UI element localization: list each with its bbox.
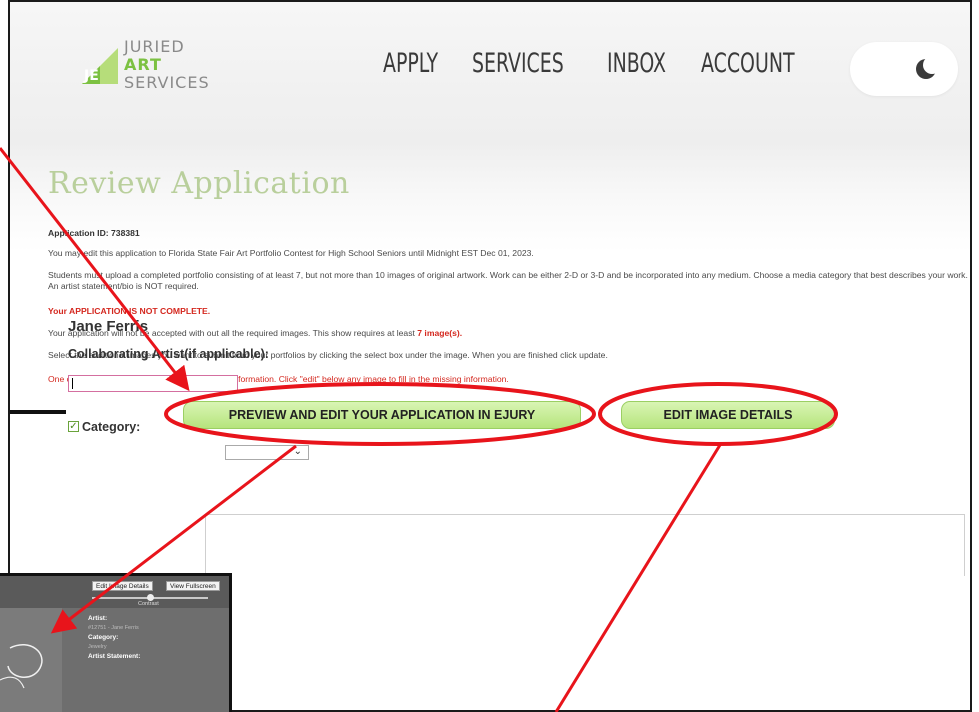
slider-knob[interactable] (147, 594, 154, 601)
logo-line-services: SERVICES (124, 73, 210, 92)
divider-line (10, 410, 66, 414)
category-select[interactable]: ⌄ (225, 445, 309, 460)
contrast-slider[interactable] (92, 594, 208, 601)
image-area (205, 514, 965, 576)
incomplete-notice: Your APPLICATION IS NOT COMPLETE. (48, 306, 211, 316)
preview-ejury-button[interactable]: PREVIEW AND EDIT YOUR APPLICATION IN EJU… (183, 401, 581, 429)
collab-artist-input[interactable] (68, 375, 238, 392)
logo-mark-text: JE (83, 68, 99, 84)
site-header: JE JURIED ART SERVICES APPLY SERVICES IN… (10, 2, 970, 142)
nav-apply[interactable]: APPLY (383, 48, 438, 79)
requirements-text: Students must upload a completed portfol… (48, 270, 968, 291)
logo-line-juried: JURIED (124, 37, 185, 56)
collab-artist-label: Collaborating Artist(if applicable): (68, 347, 269, 361)
category-label: Category: (82, 420, 141, 434)
inset-statement-label: Artist Statement: (88, 653, 141, 660)
main-nav: APPLY SERVICES INBOX ACCOUNT (383, 48, 821, 79)
inset-details-panel: Artist: #12751 - Jane Ferris Category: J… (88, 614, 140, 662)
logo-text: JURIED ART SERVICES (124, 38, 210, 92)
nav-account[interactable]: ACCOUNT (701, 48, 795, 79)
edit-notice: You may edit this application to Florida… (48, 248, 534, 258)
inset-category-value: Jewelry (88, 643, 107, 650)
site-logo[interactable]: JE JURIED ART SERVICES (78, 38, 248, 98)
artist-name: Jane Ferris (68, 318, 149, 335)
moon-icon (916, 56, 941, 79)
text-caret (72, 378, 73, 389)
inset-fullscreen-button[interactable]: View Fullscreen (166, 581, 220, 591)
chevron-down-icon: ⌄ (293, 446, 302, 457)
logo-line-art: ART (124, 55, 162, 74)
nav-services[interactable]: SERVICES (472, 48, 564, 79)
inset-toolbar: Edit Image Details View Fullscreen Contr… (0, 576, 229, 608)
inset-category-label: Category: (88, 634, 119, 641)
contrast-label: Contrast (138, 601, 159, 607)
inset-edit-details-button[interactable]: Edit Image Details (92, 581, 153, 591)
inset-artwork-thumbnail (0, 608, 62, 712)
required-images-text: Your application will not be accepted wi… (48, 328, 968, 339)
inset-artist-value: #12751 - Jane Ferris (88, 624, 139, 631)
jewelry-sketch-icon (0, 644, 43, 689)
logo-mark-icon: JE (82, 48, 118, 84)
theme-toggle[interactable] (850, 42, 958, 96)
inset-artist-label: Artist: (88, 615, 108, 622)
nav-inbox[interactable]: INBOX (607, 48, 666, 79)
category-check-icon: ✓ (68, 421, 79, 432)
application-id: Application ID: 738381 (48, 228, 140, 238)
required-images-count: 7 image(s). (417, 328, 463, 338)
ejury-preview-inset: Edit Image Details View Fullscreen Contr… (0, 573, 232, 712)
page-title: Review Application (48, 166, 350, 201)
edit-image-details-button[interactable]: EDIT IMAGE DETAILS (621, 401, 835, 429)
